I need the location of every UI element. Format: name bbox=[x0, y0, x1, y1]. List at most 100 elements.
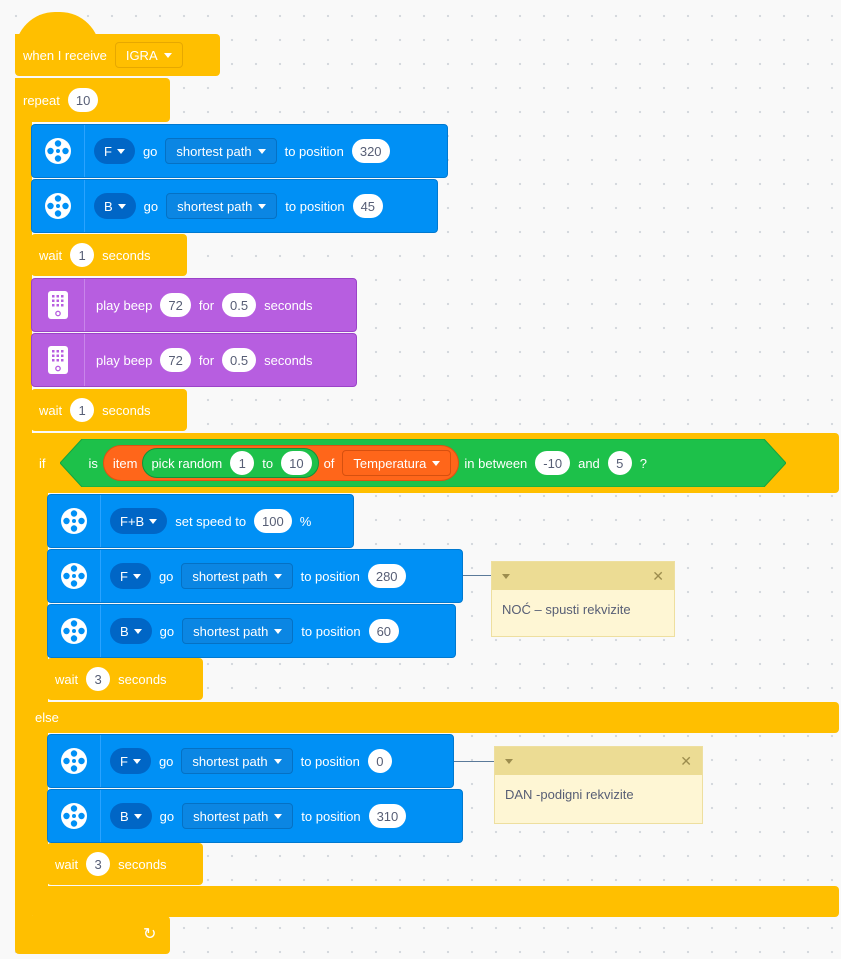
chevron-down-icon bbox=[149, 518, 158, 524]
chevron-down-icon bbox=[273, 758, 282, 764]
when-i-receive-block[interactable]: when I receive IGRA bbox=[15, 34, 220, 76]
repeat-block[interactable]: repeat 10 bbox=[15, 78, 170, 122]
else-label: else bbox=[35, 710, 59, 725]
close-icon[interactable]: ✕ bbox=[680, 753, 692, 770]
comment-note[interactable]: ✕ NOĆ – spusti rekvizite bbox=[491, 561, 675, 637]
list-dropdown[interactable]: Temperatura bbox=[342, 450, 452, 476]
chevron-down-icon bbox=[273, 573, 282, 579]
wait-seconds-input[interactable]: 3 bbox=[86, 667, 111, 691]
of-label: of bbox=[323, 455, 335, 471]
speed-input[interactable]: 100 bbox=[254, 509, 292, 533]
direction-dropdown[interactable]: shortest path bbox=[182, 618, 294, 644]
collapse-caret-icon[interactable] bbox=[502, 573, 510, 579]
direction-dropdown[interactable]: shortest path bbox=[165, 138, 277, 164]
item-label: item bbox=[112, 455, 138, 471]
wait-block[interactable]: wait 3 seconds bbox=[47, 658, 203, 700]
play-beep-label: play beep bbox=[96, 352, 153, 368]
motor-go-block[interactable]: B go shortest path to position 60 bbox=[47, 604, 456, 658]
comment-header[interactable]: ✕ bbox=[492, 562, 674, 590]
collapse-caret-icon[interactable] bbox=[505, 758, 513, 764]
if-then-block[interactable]: if is item pick random 1 to 10 of Temper… bbox=[31, 433, 839, 493]
item-of-list-reporter[interactable]: item pick random 1 to 10 of Temperatura bbox=[102, 445, 460, 481]
percent-label: % bbox=[299, 513, 312, 529]
motor-icon bbox=[32, 125, 85, 177]
chevron-down-icon bbox=[257, 148, 266, 154]
to-label: to bbox=[262, 455, 274, 471]
direction-dropdown[interactable]: shortest path bbox=[166, 193, 278, 219]
set-speed-block[interactable]: F+B set speed to 100 % bbox=[47, 494, 354, 548]
chevron-down-icon bbox=[432, 460, 441, 466]
position-input[interactable]: 310 bbox=[368, 804, 407, 828]
note-input[interactable]: 72 bbox=[160, 293, 191, 317]
wait-seconds-input[interactable]: 3 bbox=[86, 852, 111, 876]
wait-label: wait bbox=[55, 671, 79, 687]
port-dropdown[interactable]: B bbox=[110, 618, 152, 644]
motor-go-block[interactable]: B go shortest path to position 310 bbox=[47, 789, 463, 843]
comment-text[interactable]: NOĆ – spusti rekvizite bbox=[492, 590, 674, 629]
port-dropdown[interactable]: F+B bbox=[110, 508, 168, 534]
and-label: and bbox=[578, 455, 600, 471]
for-label: for bbox=[198, 297, 215, 313]
note-input[interactable]: 72 bbox=[160, 348, 191, 372]
duration-input[interactable]: 0.5 bbox=[222, 293, 257, 317]
position-input[interactable]: 0 bbox=[367, 749, 392, 773]
go-label: go bbox=[159, 623, 175, 639]
duration-input[interactable]: 0.5 bbox=[222, 348, 257, 372]
random-from-input[interactable]: 1 bbox=[230, 451, 255, 475]
question-label: ? bbox=[639, 455, 648, 471]
is-label: is bbox=[88, 455, 98, 471]
comment-connector bbox=[463, 575, 493, 576]
wait-block[interactable]: wait 3 seconds bbox=[47, 843, 203, 885]
motor-go-block[interactable]: F go shortest path to position 320 bbox=[31, 124, 448, 178]
position-input[interactable]: 60 bbox=[368, 619, 400, 643]
motor-icon bbox=[48, 735, 101, 787]
play-beep-block[interactable]: play beep 72 for 0.5 seconds bbox=[31, 278, 357, 332]
direction-dropdown[interactable]: shortest path bbox=[181, 748, 293, 774]
wait-block[interactable]: wait 1 seconds bbox=[31, 234, 187, 276]
close-icon[interactable]: ✕ bbox=[652, 568, 664, 585]
go-label: go bbox=[159, 808, 175, 824]
seconds-label: seconds bbox=[102, 247, 151, 263]
between-high-input[interactable]: 5 bbox=[607, 451, 632, 475]
wait-seconds-input[interactable]: 1 bbox=[70, 398, 95, 422]
repeat-count-input[interactable]: 10 bbox=[67, 88, 99, 112]
motor-go-block[interactable]: F go shortest path to position 280 bbox=[47, 549, 463, 603]
between-low-input[interactable]: -10 bbox=[535, 451, 571, 475]
is-between-operator[interactable]: is item pick random 1 to 10 of Temperatu… bbox=[59, 439, 786, 487]
motor-go-block[interactable]: B go shortest path to position 45 bbox=[31, 179, 438, 233]
wait-block[interactable]: wait 1 seconds bbox=[31, 389, 187, 431]
chevron-down-icon bbox=[132, 573, 141, 579]
comment-note[interactable]: ✕ DAN -podigni rekvizite bbox=[494, 746, 703, 824]
random-to-input[interactable]: 10 bbox=[281, 451, 312, 475]
message-dropdown[interactable]: IGRA bbox=[114, 42, 183, 68]
chevron-down-icon bbox=[274, 628, 283, 634]
motor-go-block[interactable]: F go shortest path to position 0 bbox=[47, 734, 454, 788]
port-dropdown[interactable]: B bbox=[110, 803, 152, 829]
direction-dropdown[interactable]: shortest path bbox=[182, 803, 294, 829]
hub-speaker-icon bbox=[32, 334, 85, 386]
port-dropdown[interactable]: F bbox=[110, 748, 151, 774]
wait-seconds-input[interactable]: 1 bbox=[70, 243, 95, 267]
pick-random-label: pick random bbox=[151, 455, 223, 471]
port-dropdown[interactable]: F bbox=[110, 563, 151, 589]
comment-text[interactable]: DAN -podigni rekvizite bbox=[495, 775, 702, 814]
go-label: go bbox=[158, 753, 174, 769]
go-label: go bbox=[158, 568, 174, 584]
port-dropdown[interactable]: B bbox=[94, 193, 136, 219]
set-speed-label: set speed to bbox=[175, 513, 247, 529]
play-beep-block[interactable]: play beep 72 for 0.5 seconds bbox=[31, 333, 357, 387]
chevron-down-icon bbox=[132, 758, 141, 764]
pick-random-reporter[interactable]: pick random 1 to 10 bbox=[142, 448, 319, 478]
if-label: if bbox=[39, 455, 46, 471]
position-input[interactable]: 280 bbox=[367, 564, 406, 588]
chevron-down-icon bbox=[116, 148, 125, 154]
seconds-label: seconds bbox=[264, 352, 313, 368]
port-dropdown[interactable]: F bbox=[94, 138, 135, 164]
to-position-label: to position bbox=[300, 753, 360, 769]
position-input[interactable]: 320 bbox=[351, 139, 390, 163]
go-label: go bbox=[143, 198, 159, 214]
comment-header[interactable]: ✕ bbox=[495, 747, 702, 775]
position-input[interactable]: 45 bbox=[352, 194, 384, 218]
direction-dropdown[interactable]: shortest path bbox=[181, 563, 293, 589]
to-position-label: to position bbox=[301, 808, 361, 824]
